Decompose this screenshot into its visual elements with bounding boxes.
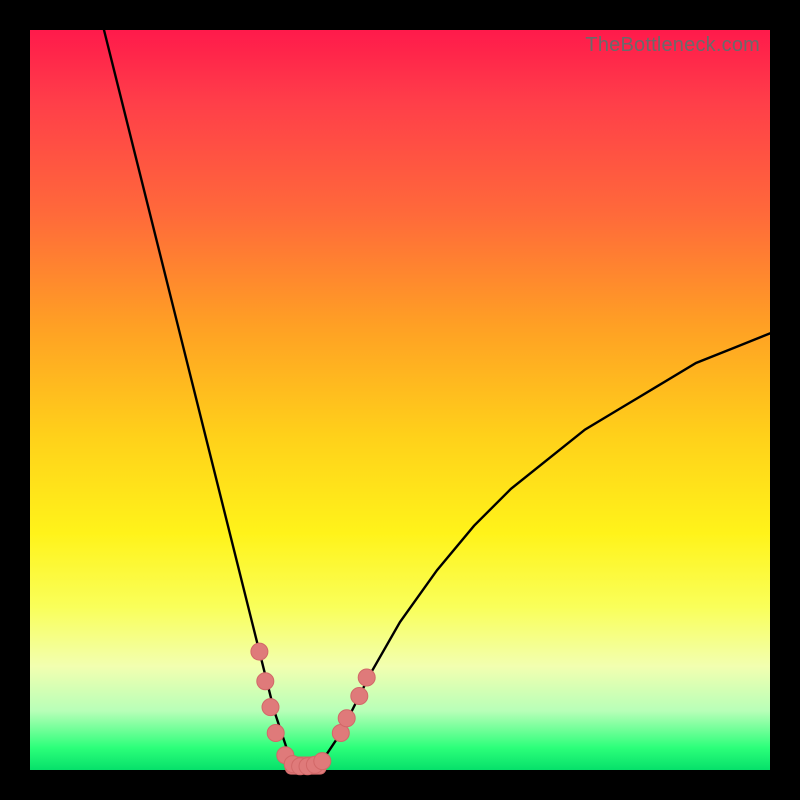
chart-outer-frame: TheBottleneck.com: [0, 0, 800, 800]
curve-marker: [338, 710, 355, 727]
curve-marker: [262, 699, 279, 716]
curve-marker: [351, 688, 368, 705]
bottleneck-curve-path: [104, 30, 770, 766]
curve-marker: [257, 673, 274, 690]
curve-marker: [358, 669, 375, 686]
bottleneck-curve-svg: [30, 30, 770, 770]
curve-marker: [251, 643, 268, 660]
marker-group: [251, 643, 375, 775]
chart-plot-area: TheBottleneck.com: [30, 30, 770, 770]
curve-marker: [267, 725, 284, 742]
curve-marker: [314, 753, 331, 770]
